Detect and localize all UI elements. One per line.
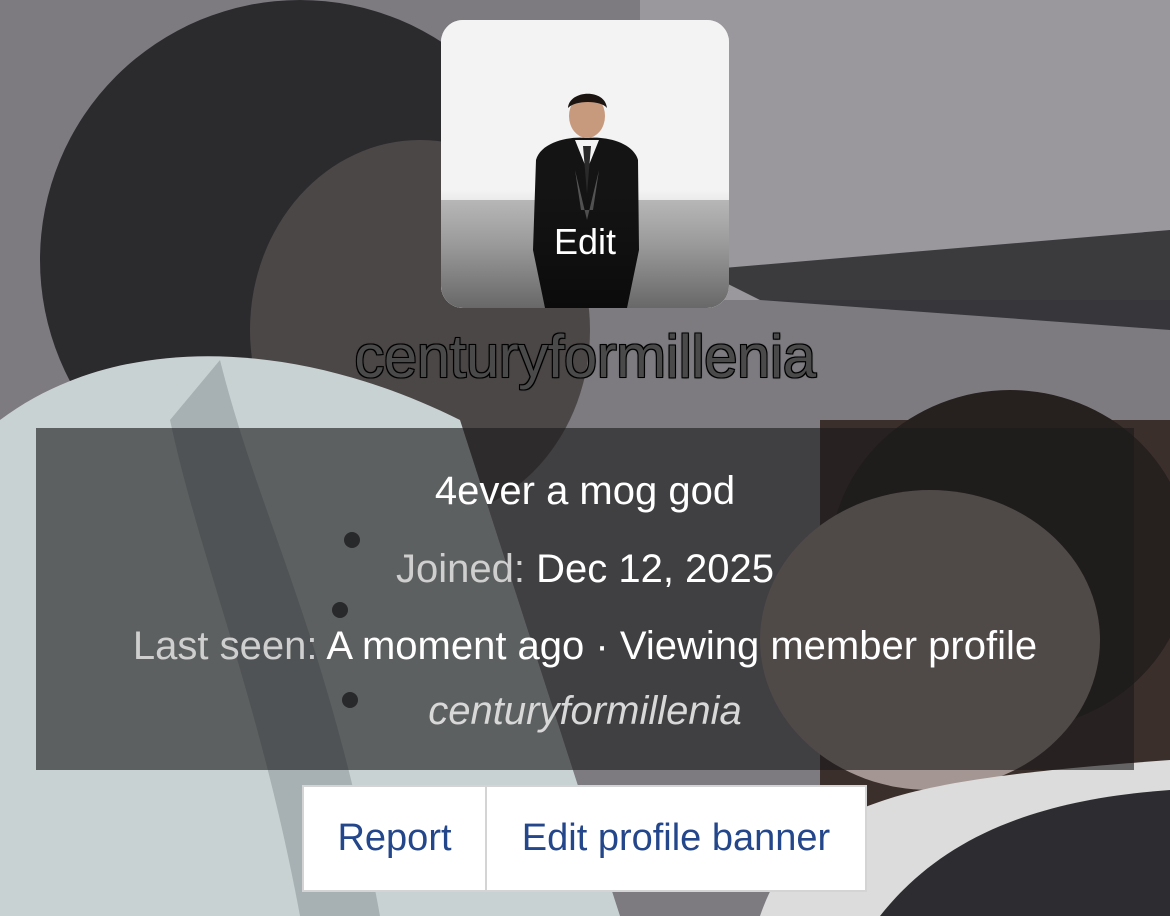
joined-date: Dec 12, 2025 xyxy=(536,547,775,591)
edit-profile-banner-button[interactable]: Edit profile banner xyxy=(485,787,865,890)
joined-row: Joined: Dec 12, 2025 xyxy=(0,546,1170,592)
activity-target-link[interactable]: centuryformillenia xyxy=(0,688,1170,734)
profile-actions: Report Edit profile banner xyxy=(302,785,867,892)
avatar-edit-button[interactable]: Edit xyxy=(441,190,729,308)
profile-tagline: 4ever a mog god xyxy=(434,469,736,513)
avatar[interactable]: Edit xyxy=(441,20,729,308)
activity-text: Viewing member profile xyxy=(619,624,1038,668)
joined-label: Joined: xyxy=(395,547,525,591)
activity-separator: · xyxy=(595,624,609,668)
last-seen-row: Last seen: A moment ago · Viewing member… xyxy=(0,623,1170,669)
profile-username: centuryformillenia xyxy=(353,322,817,391)
report-button[interactable]: Report xyxy=(304,787,485,890)
last-seen-label: Last seen: xyxy=(132,624,318,668)
last-seen-value: A moment ago xyxy=(326,624,585,668)
